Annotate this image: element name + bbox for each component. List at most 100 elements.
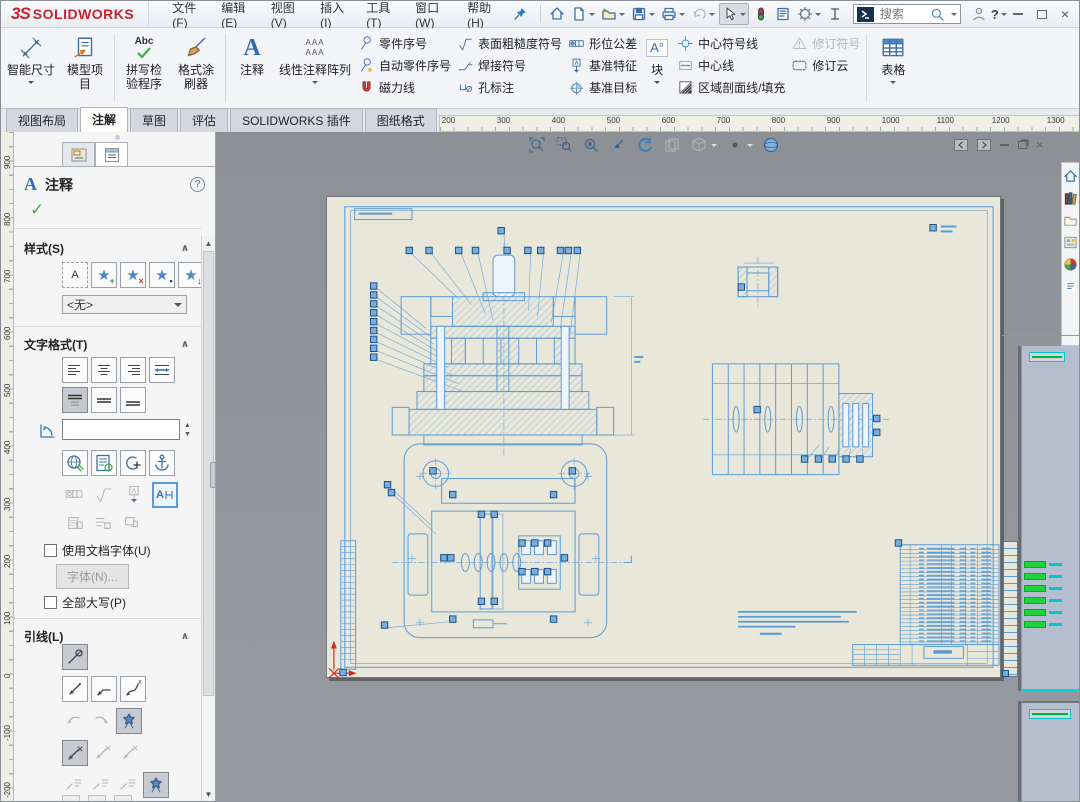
chevron-down-icon[interactable] [740, 13, 746, 19]
smart-dimension-button[interactable]: 智能尺寸 [3, 30, 59, 106]
spline-leader-button[interactable]: x [120, 676, 146, 702]
section-style[interactable]: 样式(S) ∧ [24, 240, 189, 257]
minimize-button[interactable] [1013, 13, 1023, 15]
model-items-button[interactable]: 模型项目 [59, 30, 111, 106]
align-left-button[interactable] [62, 357, 88, 383]
collapse-chevron-icon[interactable]: ∧ [181, 243, 189, 254]
options-button[interactable] [795, 4, 823, 24]
print-button[interactable] [659, 4, 687, 24]
no-leader-button[interactable] [62, 644, 88, 670]
zoom-to-selection-icon[interactable] [582, 136, 600, 154]
secondary-sheet-window[interactable] [1021, 701, 1079, 801]
hole-callout-button[interactable]: 孔标注 [457, 78, 562, 96]
doc-close-button[interactable]: × [1036, 138, 1044, 151]
collapse-chevron-icon[interactable]: ∧ [181, 339, 189, 350]
attach-leader-button[interactable] [143, 772, 169, 798]
appearances-tab-icon[interactable] [1063, 257, 1078, 272]
linear-note-pattern-button[interactable]: AAAAAA 线性注释阵列 [275, 30, 355, 106]
magnetic-line-button[interactable]: 磁力线 [358, 78, 451, 96]
surface-finish-button[interactable]: 表面粗糙度符号 [457, 34, 562, 52]
centerline-button[interactable]: 中心线 [677, 56, 785, 74]
help-button[interactable]: ? [989, 5, 1009, 24]
link-to-property-button[interactable] [91, 450, 117, 476]
chevron-down-icon[interactable] [951, 13, 957, 19]
spinner-up-icon[interactable]: ▲ [184, 422, 191, 429]
weld-symbol-button[interactable]: 焊接符号 [457, 56, 562, 74]
note-button[interactable]: A 注释 [229, 30, 275, 106]
chevron-down-icon[interactable] [654, 81, 660, 87]
view-palette-tab-icon[interactable] [1063, 235, 1078, 250]
nearest-leader-button[interactable] [62, 740, 88, 766]
undo-button[interactable] [689, 4, 717, 24]
help-icon[interactable]: ? [190, 177, 205, 192]
close-button[interactable]: × [1061, 7, 1069, 21]
tab-feature-manager[interactable] [62, 142, 95, 166]
next-window-button[interactable] [977, 139, 991, 151]
format-painter-button[interactable]: 格式涂刷器 [170, 30, 222, 106]
hide-show-items-icon[interactable] [726, 136, 753, 154]
search-box[interactable] [853, 4, 961, 24]
ok-check-icon[interactable]: ✓ [30, 200, 44, 220]
design-library-tab-icon[interactable] [1063, 213, 1078, 228]
straight-leader-button[interactable] [62, 676, 88, 702]
lock-anchor-button[interactable] [149, 450, 175, 476]
chevron-down-icon[interactable] [890, 81, 896, 87]
select-tool-button[interactable] [719, 3, 749, 25]
dimension-text-button[interactable]: A [152, 482, 178, 508]
insert-hyperlink-button[interactable] [62, 450, 88, 476]
use-document-font-checkbox[interactable] [44, 544, 57, 557]
center-mark-button[interactable]: 中心符号线 [677, 34, 785, 52]
collapse-chevron-icon[interactable]: ∧ [181, 631, 189, 642]
save-button[interactable] [629, 4, 657, 24]
chevron-down-icon[interactable] [709, 13, 715, 19]
user-account-icon[interactable] [969, 4, 989, 24]
tab-property-manager[interactable] [95, 142, 128, 166]
chevron-down-icon[interactable] [619, 13, 625, 19]
scroll-down-icon[interactable]: ▼ [202, 787, 215, 801]
datum-target-button[interactable]: 基准目标 [568, 78, 637, 96]
chevron-down-icon[interactable] [312, 81, 318, 87]
chevron-down-icon[interactable] [815, 13, 821, 19]
command-tab[interactable]: 评估 [180, 108, 228, 132]
datum-feature-button[interactable]: 基准特征 [568, 56, 637, 74]
middle-align-button[interactable] [91, 387, 117, 413]
area-hatch-button[interactable]: 区域剖面线/填充 [677, 78, 785, 96]
spell-checker-button[interactable]: Abc 拼写检验程序 [118, 30, 170, 106]
home-tab-icon[interactable] [1063, 169, 1078, 184]
apply-default-style-button[interactable]: A [62, 262, 88, 288]
command-tab[interactable]: 草图 [130, 108, 178, 132]
angle-input[interactable] [62, 419, 180, 440]
top-align-button[interactable] [62, 387, 88, 413]
align-right-button[interactable] [120, 357, 146, 383]
spinner-down-icon[interactable]: ▼ [184, 431, 191, 438]
view-settings-icon[interactable] [762, 136, 780, 154]
bent-leader-button[interactable] [91, 676, 117, 702]
auto-balloon-button[interactable]: 自动零件序号 [358, 56, 451, 74]
multi-leader-button[interactable] [116, 708, 142, 734]
add-symbol-button[interactable] [120, 450, 146, 476]
measure-button[interactable] [825, 4, 845, 24]
command-tab[interactable]: SOLIDWORKS 插件 [230, 108, 363, 132]
pin-menubar-icon[interactable] [512, 6, 528, 22]
chevron-down-icon[interactable] [649, 13, 655, 19]
command-tab[interactable]: 视图布局 [6, 108, 78, 132]
block-button[interactable]: A° 块 [640, 30, 674, 106]
section-leader[interactable]: 引线(L) ∧ [24, 628, 189, 645]
maximize-button[interactable] [1037, 10, 1047, 19]
custom-properties-tab-icon[interactable] [1063, 279, 1078, 294]
file-properties-button[interactable] [773, 4, 793, 24]
panel-scrollbar[interactable]: ▲ ▼ [201, 236, 215, 801]
bottom-align-button[interactable] [120, 387, 146, 413]
style-dropdown[interactable]: <无> [62, 295, 187, 314]
chevron-down-icon[interactable] [589, 13, 595, 19]
angle-spinner[interactable]: ▲▼ [181, 419, 194, 440]
revision-cloud-button[interactable]: 修订云 [791, 56, 860, 74]
redraw-icon[interactable] [636, 136, 654, 154]
section-text-format[interactable]: 文字格式(T) ∧ [24, 336, 189, 353]
justify-button[interactable] [149, 357, 175, 383]
search-icon[interactable] [930, 7, 945, 22]
doc-restore-button[interactable] [1018, 141, 1027, 149]
open-button[interactable] [599, 4, 627, 24]
previous-view-icon[interactable] [609, 136, 627, 154]
zoom-to-area-icon[interactable] [555, 136, 573, 154]
